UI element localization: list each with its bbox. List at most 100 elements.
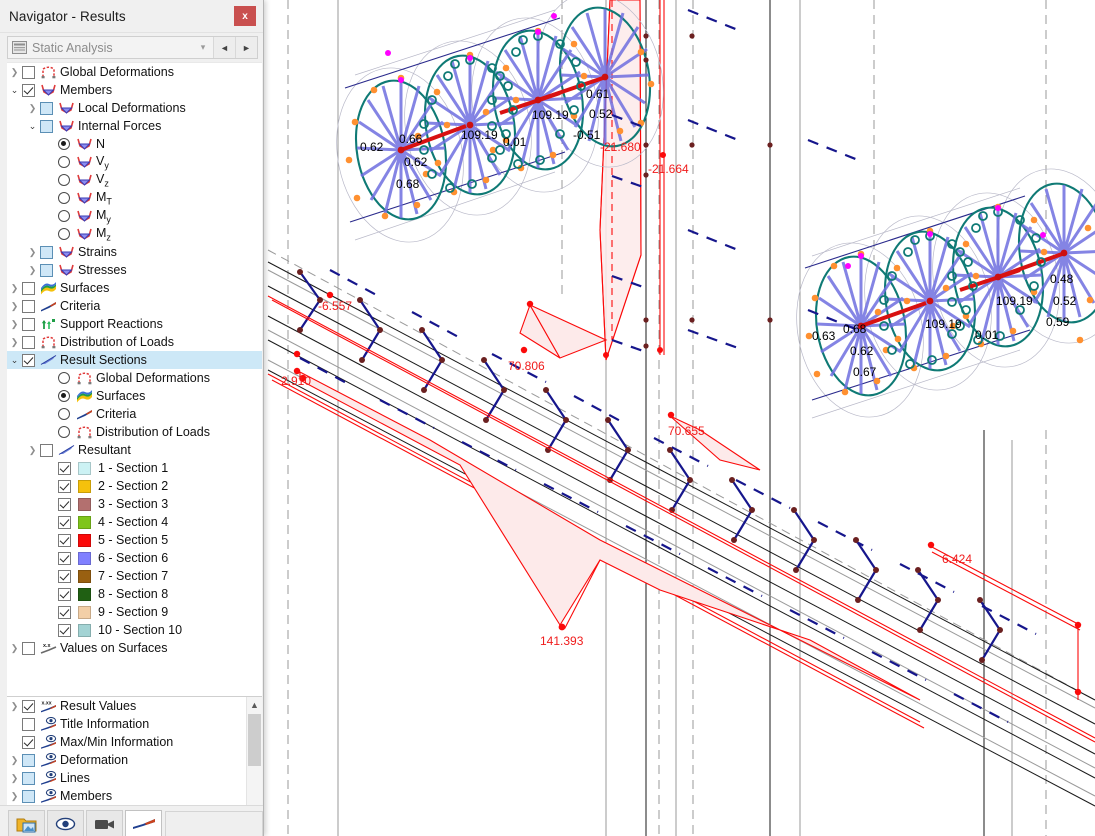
tree-item-members[interactable]: ⌄Members — [7, 81, 262, 99]
tree-item-global-deformations[interactable]: ❯Global Deformations — [7, 63, 262, 81]
checkbox-surfaces[interactable] — [22, 282, 35, 295]
checkbox-support-reactions[interactable] — [22, 318, 35, 331]
checkbox-4-section-4[interactable] — [58, 516, 71, 529]
results-tree-lower[interactable]: ❯x.xxResult Values Title Information Max… — [7, 696, 262, 805]
close-icon[interactable]: x — [234, 6, 256, 26]
checkbox-lines[interactable] — [22, 772, 35, 785]
tree-item-criteria[interactable]: ❯Criteria — [7, 297, 262, 315]
tree-item-4-section-4[interactable]: 4 - Section 4 — [7, 513, 262, 531]
navigator-tab-strip[interactable] — [0, 805, 263, 836]
checkbox-stresses[interactable] — [40, 264, 53, 277]
checkbox-1-section-1[interactable] — [58, 462, 71, 475]
checkbox-3-section-3[interactable] — [58, 498, 71, 511]
tree-item-surfaces[interactable]: ❯Surfaces — [7, 279, 262, 297]
analysis-selector[interactable]: Static Analysis ▾ ◄ ► — [7, 36, 258, 59]
radio-distribution-of-loads[interactable] — [58, 426, 70, 438]
tree-item-result-values[interactable]: ❯x.xxResult Values — [7, 697, 262, 715]
expand-arrow-icon[interactable]: ❯ — [25, 248, 40, 257]
collapse-arrow-icon[interactable]: ⌄ — [7, 356, 22, 365]
tree-item-9-section-9[interactable]: 9 - Section 9 — [7, 603, 262, 621]
tree-item-5-section-5[interactable]: 5 - Section 5 — [7, 531, 262, 549]
checkbox-criteria[interactable] — [22, 300, 35, 313]
checkbox-local-deformations[interactable] — [40, 102, 53, 115]
tree-item-2-section-2[interactable]: 2 - Section 2 — [7, 477, 262, 495]
results-tree-upper[interactable]: ❯Global Deformations⌄Members❯Local Defor… — [7, 63, 262, 694]
expand-arrow-icon[interactable]: ❯ — [25, 104, 40, 113]
views-navigator-tab[interactable] — [86, 810, 123, 836]
checkbox-result-values[interactable] — [22, 700, 35, 713]
expand-arrow-icon[interactable]: ❯ — [25, 446, 40, 455]
display-navigator-tab[interactable] — [47, 810, 84, 836]
expand-arrow-icon[interactable]: ❯ — [7, 338, 22, 347]
tree-item-internal-forces[interactable]: ⌄Internal Forces — [7, 117, 262, 135]
scroll-up-icon[interactable]: ▲ — [247, 697, 262, 712]
radio-mz[interactable] — [58, 228, 70, 240]
checkbox-title-information[interactable] — [22, 718, 35, 731]
tree-item-criteria[interactable]: Criteria — [7, 405, 262, 423]
tree-item-local-deformations[interactable]: ❯Local Deformations — [7, 99, 262, 117]
results-navigator-tab[interactable] — [125, 810, 162, 836]
radio-vz[interactable] — [58, 174, 70, 186]
checkbox-members[interactable] — [22, 84, 35, 97]
checkbox-values-on-surfaces[interactable] — [22, 642, 35, 655]
expand-arrow-icon[interactable]: ❯ — [7, 644, 22, 653]
tree-item-vz[interactable]: Vz — [7, 171, 262, 189]
radio-criteria[interactable] — [58, 408, 70, 420]
radio-surfaces[interactable] — [58, 390, 70, 402]
expand-arrow-icon[interactable]: ❯ — [7, 756, 22, 765]
tree-item-mz[interactable]: Mz — [7, 225, 262, 243]
radio-my[interactable] — [58, 210, 70, 222]
expand-arrow-icon[interactable]: ❯ — [7, 68, 22, 77]
tree-item-title-information[interactable]: Title Information — [7, 715, 262, 733]
tree-item-result-sections[interactable]: ⌄Result Sections — [7, 351, 262, 369]
checkbox-members[interactable] — [22, 790, 35, 803]
scrollbar-thumb[interactable] — [248, 714, 261, 766]
expand-arrow-icon[interactable]: ❯ — [7, 792, 22, 801]
expand-arrow-icon[interactable]: ❯ — [7, 320, 22, 329]
tree-item-distribution-of-loads[interactable]: ❯Distribution of Loads — [7, 333, 262, 351]
tree-item-surfaces[interactable]: Surfaces — [7, 387, 262, 405]
radio-global-deformations[interactable] — [58, 372, 70, 384]
checkbox-7-section-7[interactable] — [58, 570, 71, 583]
checkbox-strains[interactable] — [40, 246, 53, 259]
checkbox-10-section-10[interactable] — [58, 624, 71, 637]
tree-item-strains[interactable]: ❯Strains — [7, 243, 262, 261]
tree-item-support-reactions[interactable]: ❯Support Reactions — [7, 315, 262, 333]
tree-item-3-section-3[interactable]: 3 - Section 3 — [7, 495, 262, 513]
checkbox-global-deformations[interactable] — [22, 66, 35, 79]
tree-item-values-on-surfaces[interactable]: ❯x.xValues on Surfaces — [7, 639, 262, 657]
results-tree[interactable]: ❯Global Deformations⌄Members❯Local Defor… — [7, 62, 262, 805]
tree-item-distribution-of-loads[interactable]: Distribution of Loads — [7, 423, 262, 441]
checkbox-resultant[interactable] — [40, 444, 53, 457]
tree-item-6-section-6[interactable]: 6 - Section 6 — [7, 549, 262, 567]
checkbox-2-section-2[interactable] — [58, 480, 71, 493]
checkbox-deformation[interactable] — [22, 754, 35, 767]
checkbox-8-section-8[interactable] — [58, 588, 71, 601]
prev-analysis-button[interactable]: ◄ — [213, 37, 235, 58]
collapse-arrow-icon[interactable]: ⌄ — [7, 86, 22, 95]
chevron-down-icon[interactable]: ▾ — [193, 42, 213, 53]
tree-item-stresses[interactable]: ❯Stresses — [7, 261, 262, 279]
collapse-arrow-icon[interactable]: ⌄ — [25, 122, 40, 131]
tree-item-global-deformations[interactable]: Global Deformations — [7, 369, 262, 387]
tree-item-10-section-10[interactable]: 10 - Section 10 — [7, 621, 262, 639]
checkbox-9-section-9[interactable] — [58, 606, 71, 619]
radio-vy[interactable] — [58, 156, 70, 168]
checkbox-6-section-6[interactable] — [58, 552, 71, 565]
tree-item-mt[interactable]: MT — [7, 189, 262, 207]
tree-item-resultant[interactable]: ❯Resultant — [7, 441, 262, 459]
checkbox-result-sections[interactable] — [22, 354, 35, 367]
radio-mt[interactable] — [58, 192, 70, 204]
radio-n[interactable] — [58, 138, 70, 150]
next-analysis-button[interactable]: ► — [235, 37, 257, 58]
tree-lower-scrollbar[interactable]: ▲ ▼ — [246, 697, 262, 805]
tree-item-vy[interactable]: Vy — [7, 153, 262, 171]
expand-arrow-icon[interactable]: ❯ — [7, 702, 22, 711]
project-navigator-tab[interactable] — [8, 810, 45, 836]
tree-item-1-section-1[interactable]: 1 - Section 1 — [7, 459, 262, 477]
tree-item-n[interactable]: N — [7, 135, 262, 153]
tree-item-max-min-information[interactable]: Max/Min Information — [7, 733, 262, 751]
tree-item-my[interactable]: My — [7, 207, 262, 225]
tree-item-lines[interactable]: ❯Lines — [7, 769, 262, 787]
expand-arrow-icon[interactable]: ❯ — [7, 302, 22, 311]
